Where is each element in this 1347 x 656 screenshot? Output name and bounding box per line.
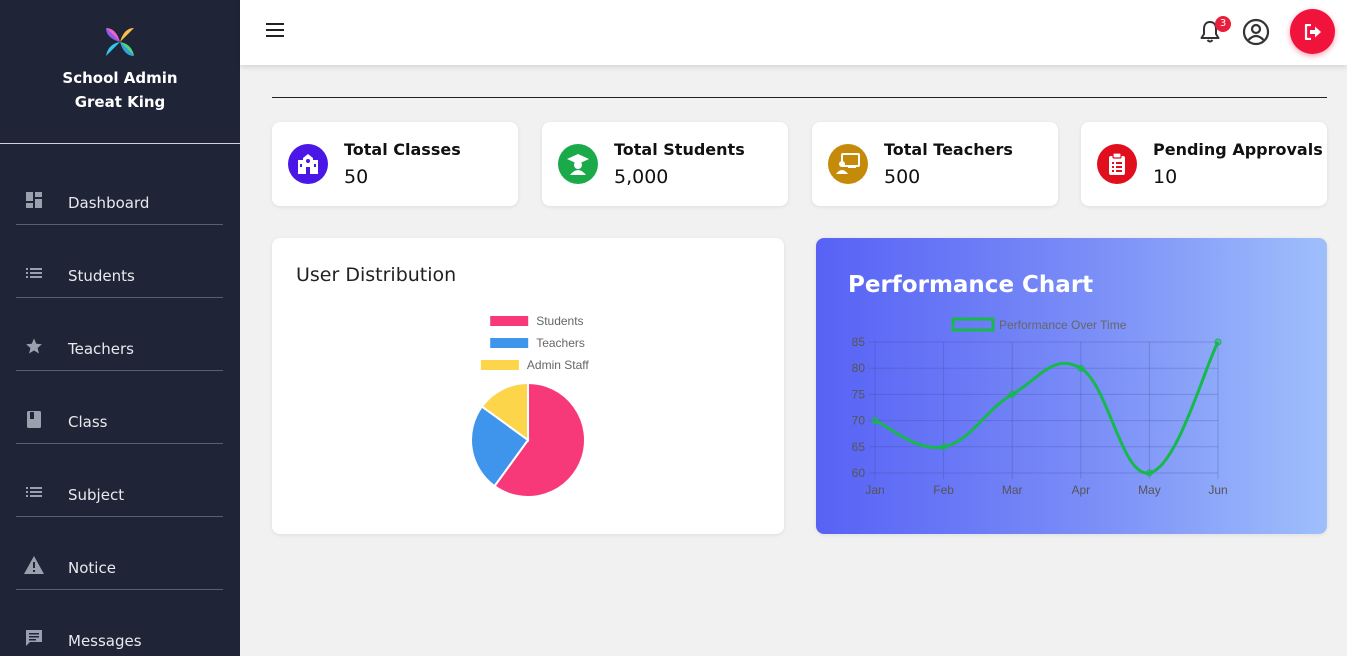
logout-icon — [1304, 23, 1321, 40]
legend-label: Performance Over Time — [999, 318, 1127, 332]
topbar: 3 — [240, 0, 1347, 65]
brand-line-1: School Admin — [62, 69, 178, 87]
legend-label: Admin Staff — [527, 358, 589, 372]
x-tick-label: Mar — [1002, 483, 1023, 497]
sidebar-item-dashboard[interactable]: Dashboard — [16, 163, 223, 225]
legend-label: Students — [536, 314, 583, 328]
stat-value: 500 — [884, 166, 921, 188]
user-account-icon[interactable] — [1242, 18, 1270, 46]
list-icon — [24, 263, 44, 283]
sidebar-item-messages[interactable]: Messages — [16, 590, 223, 656]
sidebar-item-label: Teachers — [68, 340, 134, 358]
y-tick-label: 85 — [852, 335, 866, 349]
sidebar-item-label: Class — [68, 413, 108, 431]
stat-title: Total Students — [614, 140, 745, 159]
y-tick-label: 65 — [852, 440, 866, 454]
school-icon — [288, 144, 328, 184]
dashboard-icon — [24, 190, 44, 210]
sidebar-item-label: Subject — [68, 486, 125, 504]
x-tick-label: May — [1138, 483, 1161, 497]
stat-title: Total Classes — [344, 140, 461, 159]
y-tick-label: 80 — [852, 361, 866, 375]
y-tick-label: 60 — [852, 466, 866, 480]
stat-value: 50 — [344, 166, 369, 188]
x-tick-label: Jan — [865, 483, 884, 497]
legend-label: Teachers — [536, 336, 585, 350]
notification-badge: 3 — [1215, 16, 1231, 32]
legend-swatch — [490, 338, 529, 348]
y-tick-label: 70 — [852, 414, 866, 428]
data-point — [1077, 364, 1085, 372]
y-tick-label: 75 — [852, 387, 866, 401]
book-icon — [24, 409, 44, 429]
list-icon — [24, 482, 44, 502]
performance-line-chart: 60 65 70 75 80 85 Jan Feb Mar Apr May Jun Performanc… — [852, 317, 1228, 497]
stat-title: Total Teachers — [884, 140, 1013, 159]
data-point — [1008, 390, 1016, 398]
data-point — [940, 443, 948, 451]
legend-swatch — [480, 360, 519, 370]
warning-icon — [24, 555, 44, 575]
sidebar-item-notice[interactable]: Notice — [16, 517, 223, 590]
x-tick-label: Feb — [933, 483, 954, 497]
sidebar: School Admin Great King Dashboard Studen… — [0, 0, 240, 656]
menu-icon[interactable] — [266, 23, 286, 39]
sidebar-item-label: Students — [68, 267, 135, 285]
data-point — [871, 417, 879, 425]
stat-value: 5,000 — [614, 166, 669, 188]
logout-button[interactable] — [1290, 9, 1335, 54]
sidebar-item-class[interactable]: Class — [16, 371, 223, 444]
brand-line-2: Great King — [74, 93, 166, 111]
sidebar-item-label: Messages — [68, 632, 142, 650]
legend-swatch — [490, 316, 529, 326]
stat-card-total-students: Total Students 5,000 — [542, 122, 788, 206]
stat-card-pending-approvals: Pending Approvals 10 — [1081, 122, 1327, 206]
user-distribution-pie-chart: Students Teachers Admin Staff — [470, 314, 589, 498]
sidebar-nav: Dashboard Students Teachers Class Subjec… — [16, 163, 223, 656]
stat-card-total-teachers: Total Teachers 500 — [812, 122, 1058, 206]
sidebar-item-students[interactable]: Students — [16, 225, 223, 298]
message-icon — [24, 628, 44, 648]
stat-card-total-classes: Total Classes 50 — [272, 122, 518, 206]
data-point — [1145, 469, 1153, 477]
user-distribution-card: User Distribution Students Teachers Admin … — [272, 238, 784, 534]
clipboard-icon — [1097, 144, 1137, 184]
performance-card: Performance Chart 60 65 70 75 80 85 Jan Feb Mar A… — [816, 238, 1327, 534]
teacher-icon — [828, 144, 868, 184]
sidebar-item-subject[interactable]: Subject — [16, 444, 223, 517]
content-divider — [272, 97, 1327, 98]
sidebar-item-label: Dashboard — [68, 194, 150, 212]
stat-title: Pending Approvals — [1153, 140, 1323, 159]
data-point — [1214, 338, 1222, 346]
x-tick-label: Jun — [1208, 483, 1227, 497]
graduate-icon — [558, 144, 598, 184]
stat-value: 10 — [1153, 166, 1178, 188]
legend-swatch — [951, 317, 995, 332]
x-tick-label: Apr — [1071, 483, 1090, 497]
sidebar-item-teachers[interactable]: Teachers — [16, 298, 223, 371]
star-icon — [24, 336, 44, 356]
sidebar-item-label: Notice — [68, 559, 116, 577]
brand: School Admin Great King — [0, 0, 240, 144]
logo-icon — [106, 28, 134, 56]
series-line — [874, 341, 1220, 475]
